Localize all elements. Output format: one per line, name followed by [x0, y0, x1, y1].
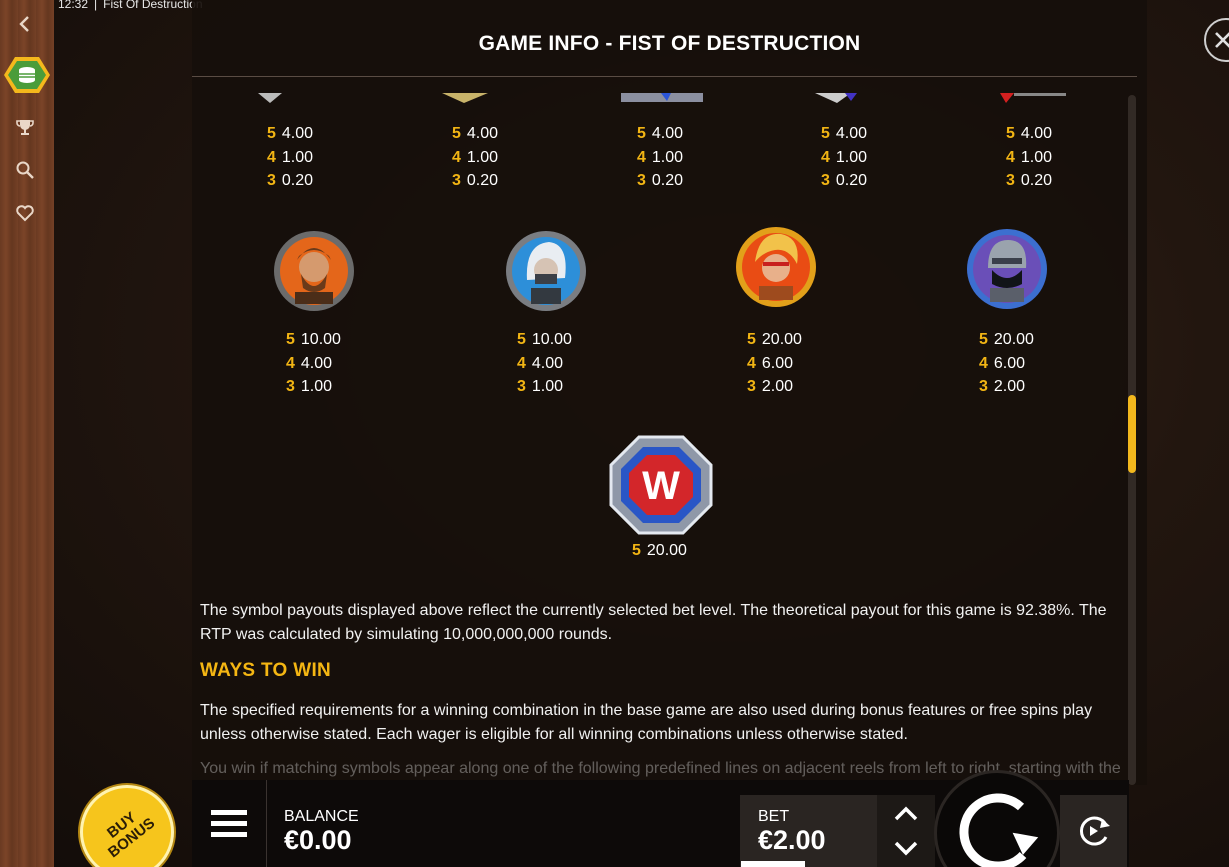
pay-row: 4 6.00: [747, 354, 794, 372]
pay-column: 5 20.00 4 6.00 3 2.00: [747, 328, 802, 399]
spin-arrow-icon: [959, 793, 1039, 867]
bet-label: BET: [758, 808, 790, 825]
bearded-fighter-icon: [274, 231, 354, 311]
status-bar: 12:32 | Fist Of Destruction: [58, 0, 203, 11]
pay-row: 5 4.00: [267, 125, 314, 142]
low-symbol-icon: [815, 93, 857, 103]
left-rail: [0, 0, 54, 867]
pay-column: 5 4.00 4 1.00 3 0.20: [637, 122, 683, 193]
clock-text: 12:32: [58, 0, 89, 11]
spin-button[interactable]: [934, 770, 1060, 867]
pay-row: 5 10.00: [286, 331, 341, 348]
coins-hex-icon[interactable]: [3, 55, 51, 95]
pay-row: 5 20.00: [632, 542, 687, 559]
status-divider: |: [94, 0, 98, 11]
pay-row: 3 2.00: [979, 378, 1026, 395]
pay-row: 4 4.00: [517, 354, 564, 372]
autoplay-icon: [1079, 816, 1110, 846]
pay-column: 5 10.00 4 4.00 3 1.00: [517, 328, 572, 399]
pay-column: 5 4.00 4 1.00 3 0.20: [821, 122, 867, 193]
pay-row: 4 1.00: [821, 148, 868, 166]
heart-icon[interactable]: [10, 198, 40, 228]
wild-w-icon: W: [609, 435, 713, 535]
pay-row: 4 1.00: [1006, 148, 1053, 166]
pay-row: 5 4.00: [821, 125, 868, 142]
buy-bonus-label: BUY BONUS: [104, 808, 159, 862]
pay-row: 4 6.00: [979, 354, 1026, 372]
pay-row: 5 20.00: [747, 331, 802, 348]
pay-row: 4 1.00: [452, 148, 499, 166]
pay-row: 3 0.20: [821, 172, 868, 189]
pay-column: 5 20.00: [632, 539, 687, 563]
pay-row: 4 1.00: [637, 148, 684, 166]
low-symbol-icon: [621, 93, 703, 102]
close-icon: [1215, 32, 1229, 48]
pay-row: 4 1.00: [267, 148, 314, 166]
pay-row: 3 0.20: [452, 172, 499, 189]
pay-row: 5 20.00: [979, 331, 1034, 348]
title-divider: [192, 76, 1137, 77]
game-screen: 12:32 | Fist Of Destruction GAME INFO - …: [0, 0, 1229, 867]
menu-icon: [211, 821, 247, 826]
pay-row: 4 4.00: [286, 354, 333, 372]
trophy-icon[interactable]: [10, 112, 40, 142]
rtp-paragraph: The symbol payouts displayed above refle…: [200, 602, 1107, 643]
bet-indicator: [741, 861, 805, 867]
ways-paragraph: The specified requirements for a winning…: [200, 702, 1093, 743]
white-haired-ninja-icon: [506, 231, 586, 311]
bet-value: €2.00: [758, 825, 826, 855]
blonde-fighter-icon: [736, 227, 816, 307]
buy-bonus-button[interactable]: BUY BONUS: [80, 785, 174, 867]
app-title: Fist Of Destruction: [103, 0, 203, 11]
page-title: GAME INFO - FIST OF DESTRUCTION: [478, 32, 861, 55]
pay-row: 5 10.00: [517, 331, 572, 348]
bet-decrease-icon[interactable]: [893, 835, 919, 861]
search-icon[interactable]: [10, 155, 40, 185]
back-chevron-icon[interactable]: [10, 9, 40, 39]
pay-row: 3 0.20: [267, 172, 314, 189]
pay-column: 5 10.00 4 4.00 3 1.00: [286, 328, 341, 399]
balance-label: BALANCE: [284, 808, 359, 825]
pay-column: 5 4.00 4 1.00 3 0.20: [267, 122, 313, 193]
wild-letter: W: [642, 464, 680, 508]
pay-row: 3 1.00: [517, 378, 564, 395]
menu-icon: [211, 832, 247, 837]
pay-column: 5 4.00 4 1.00 3 0.20: [1006, 122, 1052, 193]
pay-row: 5 4.00: [637, 125, 684, 142]
menu-button[interactable]: [192, 780, 267, 867]
pay-row: 3 2.00: [747, 378, 794, 395]
masked-ninja-icon: [967, 229, 1047, 309]
low-symbol-icon: [1000, 93, 1066, 103]
menu-icon: [211, 810, 247, 815]
pay-column: 5 20.00 4 6.00 3 2.00: [979, 328, 1034, 399]
close-button[interactable]: [1204, 18, 1229, 62]
balance-value: €0.00: [284, 825, 352, 855]
pay-row: 5 4.00: [1006, 125, 1053, 142]
pay-row: 3 1.00: [286, 378, 333, 395]
bet-increase-icon[interactable]: [893, 801, 919, 827]
scrollbar-thumb[interactable]: [1128, 395, 1136, 473]
low-symbol-icon: [442, 93, 488, 103]
pay-column: 5 4.00 4 1.00 3 0.20: [452, 122, 498, 193]
pay-row: 5 4.00: [452, 125, 499, 142]
pay-row: 3 0.20: [637, 172, 684, 189]
low-symbol-icon: [258, 93, 282, 103]
autoplay-button[interactable]: [1060, 795, 1127, 867]
pay-row: 3 0.20: [1006, 172, 1053, 189]
section-heading: WAYS TO WIN: [200, 660, 332, 681]
